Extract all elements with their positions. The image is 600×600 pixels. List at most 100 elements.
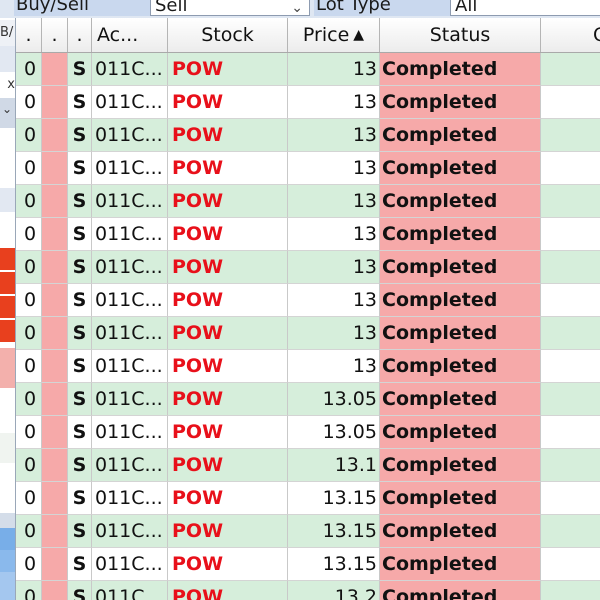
cell-side: S [68,185,92,218]
column-header-next[interactable]: C [541,18,600,52]
table-row[interactable]: 0 S 011C... POW 13 Completed [16,251,600,284]
side-panel-block [0,128,15,188]
table-row[interactable]: 0 S 011C... POW 13 Completed [16,119,600,152]
lottype-label: Lot Type [314,0,451,16]
table-row[interactable]: 0 S 011C... POW 13.1 Completed [16,449,600,482]
cell-price: 13 [288,86,380,119]
table-row[interactable]: 0 S 011C... POW 13 Completed [16,218,600,251]
cell-stock: POW [168,383,288,416]
close-icon[interactable]: x [0,72,15,98]
cell-status: Completed [380,185,541,218]
cell-price: 13.05 [288,416,380,449]
column-header[interactable]: . [42,18,68,52]
cell-quantity: 0 [16,449,42,482]
cell-account: 011C... [92,515,168,548]
cell-stock: POW [168,152,288,185]
table-row[interactable]: 0 S 011C... POW 13.15 Completed [16,482,600,515]
cell-flag [42,515,68,548]
cell-side: S [68,548,92,581]
cell-flag [42,383,68,416]
table-row[interactable]: 0 S 011C... POW 13 Completed [16,350,600,383]
cell-account: 011C... [92,218,168,251]
cell-side: S [68,416,92,449]
side-panel-block [0,212,15,248]
cell-quantity: 0 [16,416,42,449]
table-row[interactable]: 0 S 011C... POW 13.05 Completed [16,416,600,449]
cell-status: Completed [380,86,541,119]
cell-status: Completed [380,218,541,251]
column-header[interactable]: . [68,18,92,52]
cell-quantity: 0 [16,515,42,548]
cell-price: 13 [288,152,380,185]
cell-status: Completed [380,548,541,581]
cell-account: 011C... [92,581,168,600]
cell-stock: POW [168,53,288,86]
side-panel-field[interactable]: ⌄ [0,98,15,128]
side-panel-red-row [0,320,15,342]
cell-next [541,119,600,152]
cell-account: 011C... [92,416,168,449]
table-row[interactable]: 0 S 011C... POW 13 Completed [16,284,600,317]
side-panel-block [0,188,15,212]
table-row[interactable]: 0 S 011C... POW 13.05 Completed [16,383,600,416]
table-row[interactable]: 0 S 011C... POW 13 Completed [16,53,600,86]
cell-quantity: 0 [16,581,42,600]
table-row[interactable]: 0 S 011C... POW 13.15 Completed [16,515,600,548]
table-row[interactable]: 0 S 011C... POW 13.2 Completed [16,581,600,600]
cell-flag [42,449,68,482]
cell-account: 011C... [92,449,168,482]
table-row[interactable]: 0 S 011C... POW 13 Completed [16,185,600,218]
cell-status: Completed [380,350,541,383]
cell-next [541,251,600,284]
cell-account: 011C... [92,86,168,119]
orders-grid: . . . Ac... Stock Price▲ Status C 0S011C… [16,18,600,600]
column-header[interactable]: . [16,18,42,52]
cell-quantity: 0 [16,119,42,152]
cell-side: S [68,383,92,416]
cell-status: Completed [380,482,541,515]
table-row[interactable]: 0 S 011C... POW 13 Completed [16,86,600,119]
cell-account: 011C... [92,53,168,86]
column-header-price[interactable]: Price ▲ [288,18,380,52]
table-row[interactable]: 0 S 011C... POW 13 Completed [16,317,600,350]
side-panel: B/ x ⌄ [0,18,16,600]
cell-price: 13 [288,185,380,218]
cell-account: 011C... [92,152,168,185]
cell-stock: POW [168,119,288,152]
cell-side: S [68,515,92,548]
column-header-account[interactable]: Ac... [92,18,168,52]
cell-side: S [68,317,92,350]
cell-quantity: 0 [16,383,42,416]
lottype-select[interactable]: All [450,0,600,16]
cell-side: S [68,350,92,383]
side-panel-blue-row [0,550,15,572]
cell-quantity: 0 [16,350,42,383]
cell-next [541,383,600,416]
cell-status: Completed [380,251,541,284]
cell-status: Completed [380,152,541,185]
cell-side: S [68,581,92,600]
cell-price: 13.15 [288,482,380,515]
cell-account: 011C... [92,284,168,317]
cell-next [541,581,600,600]
cell-next [541,350,600,383]
cell-stock: POW [168,482,288,515]
table-row[interactable]: 0 S 011C... POW 13.15 Completed [16,548,600,581]
buysell-select[interactable]: Sell ⌄ [150,0,310,16]
table-row[interactable]: 0 S 011C... POW 13 Completed [16,152,600,185]
side-panel-blue-row [0,528,15,550]
column-header-status[interactable]: Status [380,18,541,52]
cell-side: S [68,449,92,482]
side-panel-pink-row [0,348,15,388]
cell-next [541,416,600,449]
cell-account: 011C... [92,251,168,284]
side-panel-block [0,388,15,433]
cell-account: 011C... [92,482,168,515]
cell-price: 13 [288,350,380,383]
cell-status: Completed [380,581,541,600]
cell-account: 011C... [92,350,168,383]
cell-stock: POW [168,185,288,218]
cell-status: Completed [380,119,541,152]
column-header-stock[interactable]: Stock [168,18,288,52]
cell-price: 13.2 [288,581,380,600]
